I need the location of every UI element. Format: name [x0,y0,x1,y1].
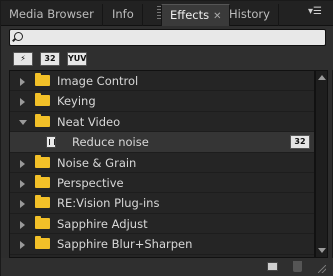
tree-folder-noise-grain[interactable]: Noise & Grain [10,153,314,173]
folder-icon [35,113,50,127]
folder-icon [35,215,50,229]
expand-arrow-icon[interactable] [20,241,25,250]
32bit-filter-button[interactable]: 32 [40,52,60,66]
tree-item-label: Sapphire Adjust [57,216,148,231]
32bit-badge: 32 [290,135,310,150]
tree-folder-sapphire-adjust[interactable]: Sapphire Adjust [10,214,314,235]
filter-label: YUV [68,54,87,63]
tree-item-label: Noise & Grain [57,155,137,170]
search-icon [14,32,23,41]
panel-menu-icon[interactable]: ▾☰ [308,6,328,22]
tree-folder-keying[interactable]: Keying [10,91,314,112]
tree-folder-neat-video[interactable]: Neat Video [10,112,314,133]
tab-history[interactable]: History [221,4,279,26]
expand-arrow-icon[interactable] [20,98,25,107]
new-bin-icon[interactable] [267,262,278,271]
tree-folder-perspective[interactable]: Perspective [10,173,314,194]
scroll-down-arrow-icon[interactable] [318,248,326,253]
tree-item-label: Perspective [57,175,124,190]
collapse-arrow-icon[interactable] [19,119,27,125]
tab-label: Effects [170,8,210,22]
tab-media-browser[interactable]: Media Browser [1,4,103,26]
tree-effect-reduce-noise[interactable]: Reduce noise 32 [10,132,314,153]
yuv-filter-button[interactable]: YUV [67,52,87,66]
folder-icon [35,174,50,188]
tab-label: Info [112,7,134,21]
bottom-toolbar [1,258,333,276]
search-row [1,26,333,50]
expand-arrow-icon[interactable] [20,220,25,229]
filter-row: ⚡ 32 YUV [1,50,333,70]
tree-folder-image-control[interactable]: Image Control [10,71,314,92]
tree-folder-sapphire-blur-sharpen[interactable]: Sapphire Blur+Sharpen [10,234,314,255]
filter-label: 32 [44,54,56,63]
vertical-scrollbar[interactable] [315,70,328,258]
tab-label: History [229,7,270,21]
folder-icon [35,93,50,107]
tree-item-label: Keying [57,94,96,109]
scroll-up-arrow-icon[interactable] [318,75,326,80]
folder-icon [35,73,50,86]
tree-item-label: Sapphire Blur+Sharpen [57,237,193,252]
expand-arrow-icon[interactable] [20,78,25,86]
folder-icon [35,236,50,250]
tab-bar: Media Browser Info Effects ✕ History ▾☰ [1,1,333,26]
effects-tree: Image Control Keying Neat Video Reduce n… [9,70,315,258]
tree-item-label: Neat Video [57,114,121,129]
effect-icon [46,136,56,149]
tree-item-label: Image Control [57,74,139,88]
expand-arrow-icon[interactable] [20,159,25,168]
folder-icon [35,195,50,209]
folder-icon [35,154,50,168]
trash-icon[interactable] [293,261,302,272]
expand-arrow-icon[interactable] [20,200,25,209]
tree-folder-revision-plugins[interactable]: RE:Vision Plug-ins [10,193,314,214]
resize-grip-icon[interactable] [318,265,326,273]
accelerated-effects-icon[interactable]: ⚡ [13,52,33,66]
tree-item-label: Reduce noise [72,135,149,150]
expand-arrow-icon[interactable] [20,179,25,188]
tree-item-label: RE:Vision Plug-ins [57,196,160,211]
search-input[interactable] [9,29,326,46]
tab-info[interactable]: Info [104,4,143,26]
effects-panel: Media Browser Info Effects ✕ History ▾☰ ⚡… [0,0,333,276]
tab-label: Media Browser [9,7,94,21]
